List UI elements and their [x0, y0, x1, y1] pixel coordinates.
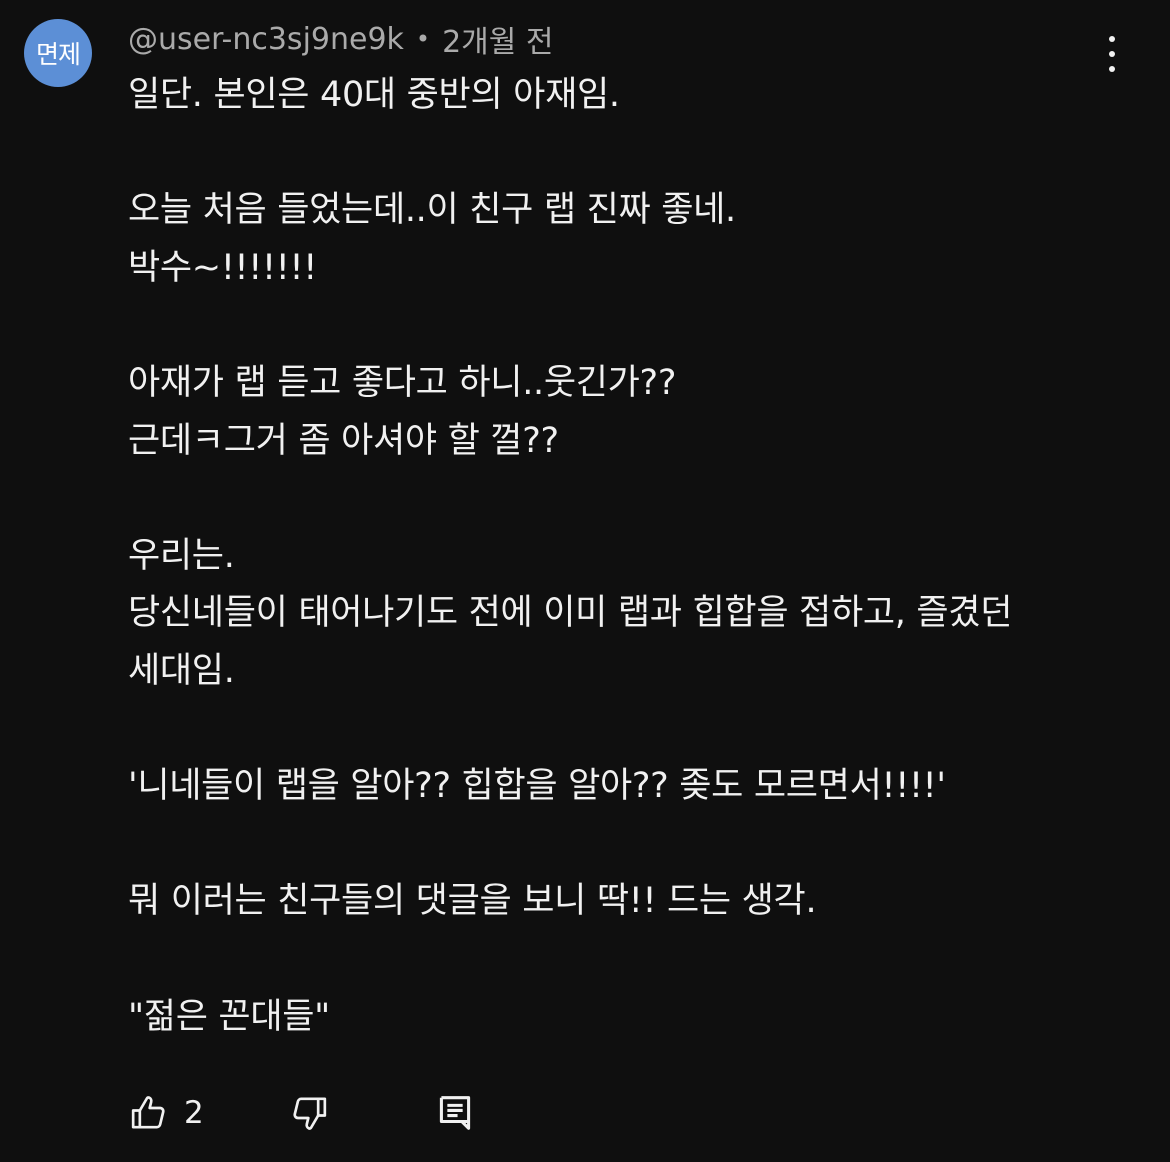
- comment-line: [128, 125, 1108, 183]
- comment-line: 당신네들이 태어나기도 전에 이미 랩과 힙합을 접하고, 즐겼던: [128, 593, 1013, 634]
- comment-text: 일단. 본인은 40대 중반의 아재임. 오늘 처음 들었는데..이 친구 랩 …: [128, 67, 1108, 1046]
- reply-button[interactable]: [438, 1094, 472, 1132]
- comment-line: "젊은 꼰대들": [128, 996, 330, 1037]
- comment-line: [128, 470, 1108, 528]
- thumbs-up-icon: [131, 1096, 165, 1129]
- thumbs-down-icon: [293, 1097, 326, 1130]
- comment-line: [128, 931, 1108, 989]
- comment-actions: 2: [128, 1088, 472, 1138]
- comment-line: '니네들이 랩을 알아?? 힙합을 알아?? 좆도 모르면서!!!!': [128, 766, 946, 807]
- comment-line: 근데ㅋ그거 좀 아셔야 할 껄??: [128, 420, 559, 461]
- comment-line: [128, 297, 1108, 355]
- comment-header: @user-nc3sj9ne9k • 2개월 전: [128, 17, 554, 61]
- comment-line: 우리는.: [128, 535, 235, 576]
- comment-line: 박수~!!!!!!!: [128, 247, 317, 288]
- comment-line: [128, 816, 1108, 874]
- comment-line: [128, 701, 1108, 759]
- comment-line: 오늘 처음 들었는데..이 친구 랩 진짜 좋네.: [128, 190, 736, 231]
- like-count: 2: [184, 1095, 204, 1131]
- avatar-text: 면제: [35, 40, 81, 69]
- username[interactable]: @user-nc3sj9ne9k: [128, 22, 404, 57]
- avatar[interactable]: 면제: [24, 19, 92, 87]
- reply-comment-icon: [439, 1096, 470, 1130]
- like-button[interactable]: 2: [128, 1093, 204, 1133]
- comment: 면제 @user-nc3sj9ne9k • 2개월 전 일단. 본인은 40대 …: [0, 0, 1170, 1162]
- comment-line: 세대임.: [128, 650, 235, 691]
- timestamp[interactable]: 2개월 전: [442, 17, 553, 61]
- comment-line: 일단. 본인은 40대 중반의 아재임.: [128, 75, 620, 115]
- dislike-button[interactable]: [288, 1093, 330, 1133]
- comment-line: 뭐 이러는 친구들의 댓글을 보니 딱!! 드는 생각.: [128, 881, 817, 922]
- comment-line: 아재가 랩 듣고 좋다고 하니..웃긴가??: [128, 362, 677, 403]
- separator-dot: •: [415, 25, 431, 53]
